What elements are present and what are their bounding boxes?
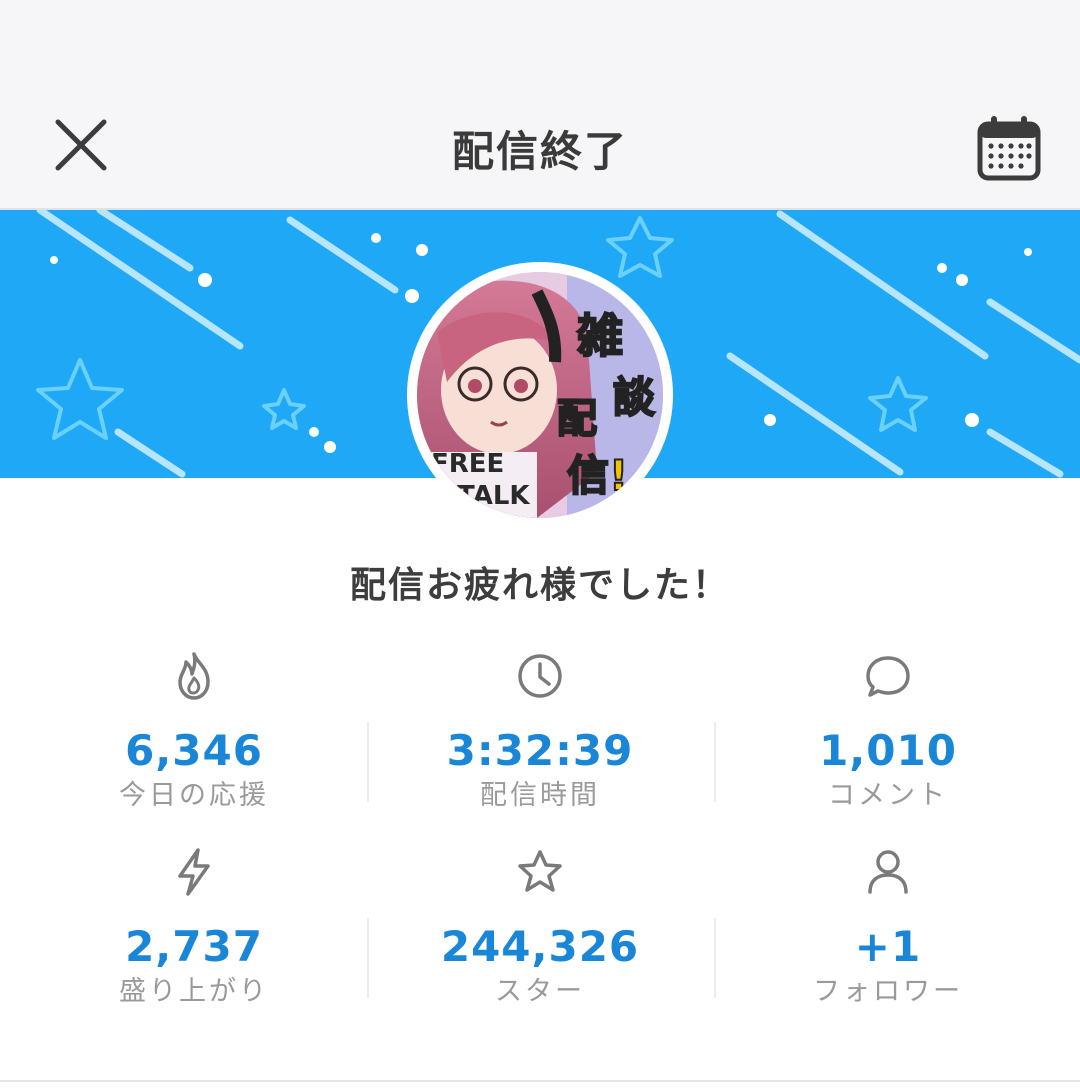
stat-stream-time: 3:32:39 配信時間 <box>366 650 714 840</box>
calendar-icon <box>977 116 1041 181</box>
svg-text:TALK: TALK <box>457 481 530 511</box>
user-icon <box>868 850 908 894</box>
avatar-badge-text: FREE <box>431 449 504 479</box>
stream-ended-message: 配信お疲れ様でした！ <box>349 565 730 606</box>
comment-icon <box>866 656 910 697</box>
svg-text:雑: 雑 <box>576 309 623 363</box>
top-bar: 配信終了 <box>0 0 1080 210</box>
lightning-icon <box>178 848 210 896</box>
stat-value: 1,010 <box>819 726 957 775</box>
stat-value: 6,346 <box>125 726 263 775</box>
flame-icon <box>178 652 210 700</box>
stat-label: スター <box>495 976 585 1007</box>
stat-value: +1 <box>854 922 922 971</box>
svg-text:配: 配 <box>557 396 597 442</box>
star-icon <box>518 850 562 892</box>
streamer-avatar[interactable]: FREE TALK 雑 談 配 信! <box>407 262 673 528</box>
stat-label: 盛り上がり <box>119 976 269 1007</box>
stat-stars: 244,326 スター <box>366 846 714 1036</box>
stat-comments: 1,010 コメント <box>714 650 1062 840</box>
stat-value: 244,326 <box>440 922 640 971</box>
stat-value: 3:32:39 <box>446 726 634 775</box>
stat-followers: +1 フォロワー <box>714 846 1062 1036</box>
stat-support: 6,346 今日の応援 <box>20 650 368 840</box>
stat-label: コメント <box>828 780 948 811</box>
page-title: 配信終了 <box>451 127 628 176</box>
stat-label: 配信時間 <box>480 780 600 811</box>
calendar-button[interactable] <box>976 114 1042 182</box>
stat-label: 今日の応援 <box>119 780 269 811</box>
clock-icon <box>518 654 562 698</box>
stat-value: 2,737 <box>125 922 263 971</box>
stat-excitement: 2,737 盛り上がり <box>20 846 368 1036</box>
svg-text:信!: 信! <box>567 451 628 500</box>
svg-text:談: 談 <box>613 373 655 422</box>
avatar-image: FREE TALK 雑 談 配 信! <box>417 272 663 518</box>
stat-label: フォロワー <box>813 976 963 1007</box>
bottom-divider <box>0 1080 1080 1082</box>
